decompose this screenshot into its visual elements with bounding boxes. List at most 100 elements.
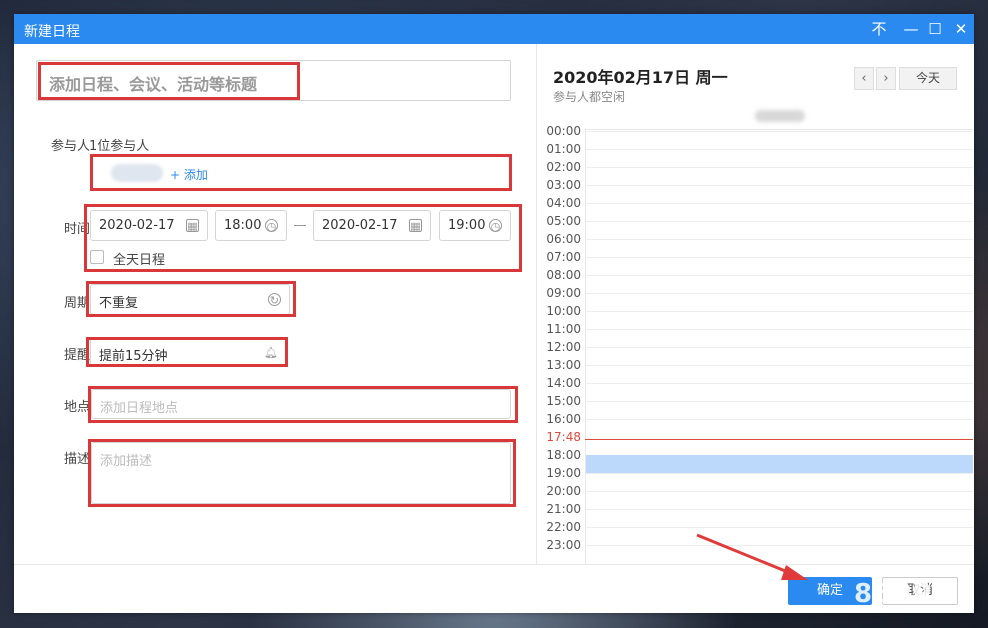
add-participant-button[interactable]: + 添加 [170,166,208,183]
hour-label: 20:00 [546,484,581,498]
hour-row: 02:00 [537,158,975,176]
time-label: 时间 [63,222,90,237]
calendar-panel: 2020年02月17日 周一 参与人都空闲 ‹ › 今天 00:00 01:00 0… [536,44,974,564]
hour-label: 22:00 [546,520,581,534]
hour-row: 06:00 [537,230,975,248]
hour-label: 07:00 [546,250,581,264]
hour-gridline [585,221,973,222]
hour-label: 21:00 [546,502,581,516]
hour-label: 05:00 [546,214,581,228]
repeat-label: 周期 [63,296,90,311]
close-icon[interactable]: ✕ [948,16,974,42]
location-input[interactable]: 添加日程地点 [91,389,511,419]
pin-icon[interactable]: 不 [866,16,892,42]
start-time-field[interactable]: 18:00 ◷ [215,210,287,241]
hour-gridline [585,473,973,474]
hour-label: 17:48 [546,430,581,444]
hour-label: 08:00 [546,268,581,282]
hour-label: 23:00 [546,538,581,552]
hour-label: 06:00 [546,232,581,246]
all-day-label: 全天日程 [113,253,166,268]
hour-row: 01:00 [537,140,975,158]
all-day-checkbox[interactable] [90,250,104,264]
maximize-icon[interactable]: ☐ [922,16,948,42]
end-time-value: 19:00 [448,218,486,233]
hour-row: 03:00 [537,176,975,194]
hour-gridline [585,347,973,348]
hour-row: 04:00 [537,194,975,212]
event-title-input[interactable]: 添加日程、会议、活动等标题 [36,60,511,101]
end-date-field[interactable]: 2020-02-17 ▦ [313,210,431,241]
hour-gridline [585,439,973,440]
bell-icon: 🔔︎ [264,346,278,359]
clock-icon: ◷ [265,219,278,233]
hour-gridline [585,329,973,330]
reminder-value: 提前15分钟 [99,349,168,364]
hour-row: 20:00 [537,482,975,500]
location-placeholder: 添加日程地点 [100,401,179,416]
event-form: 添加日程、会议、活动等标题 参与人 1位参与人 + 添加 时间 2020-02-… [14,44,536,564]
hour-row: 14:00 [537,374,975,392]
hour-gridline [585,167,973,168]
hour-label: 09:00 [546,286,581,300]
hour-row: 22:00 [537,518,975,536]
hour-gridline [585,527,973,528]
hour-gridline [585,149,973,150]
hour-row: 07:00 [537,248,975,266]
hour-label: 16:00 [546,412,581,426]
hour-row: 12:00 [537,338,975,356]
hour-label: 14:00 [546,376,581,390]
next-day-button[interactable]: › [876,67,896,90]
hour-row: 08:00 [537,266,975,284]
repeat-value: 不重复 [99,296,139,311]
reminder-label: 提醒 [63,348,90,363]
end-time-field[interactable]: 19:00 ◷ [439,210,511,241]
hour-label: 04:00 [546,196,581,210]
hour-gridline [585,419,973,420]
calendar-date-title: 2020年02月17日 周一 [553,68,728,87]
hour-row: 13:00 [537,356,975,374]
description-label: 描述 [63,452,90,467]
hour-label: 15:00 [546,394,581,408]
participant-chip[interactable] [111,164,163,182]
dialog-footer: 确定 取消 86PPT [14,564,974,613]
hour-gridline [585,257,973,258]
hour-gridline [585,383,973,384]
hour-gridline [585,203,973,204]
clock-icon: ◷ [489,219,502,233]
description-input[interactable]: 添加描述 [91,442,511,504]
today-button[interactable]: 今天 [899,67,957,90]
repeat-select[interactable]: 不重复 ↻ [90,284,290,315]
hour-gridline [585,275,973,276]
minimize-icon[interactable]: — [898,16,924,42]
hour-gridline [585,239,973,240]
hour-label: 01:00 [546,142,581,156]
hour-label: 12:00 [546,340,581,354]
previous-day-button[interactable]: ‹ [854,67,874,90]
hour-row: 09:00 [537,284,975,302]
hour-gridline [585,365,973,366]
hour-gridline [585,401,973,402]
description-placeholder: 添加描述 [100,454,153,469]
hour-label: 19:00 [546,466,581,480]
start-date-value: 2020-02-17 [99,218,175,233]
hour-gridline [585,311,973,312]
hour-label: 11:00 [546,322,581,336]
hour-label: 00:00 [546,124,581,138]
watermark: 86PPT [854,579,952,609]
hour-row: 05:00 [537,212,975,230]
end-date-value: 2020-02-17 [322,218,398,233]
start-time-value: 18:00 [224,218,262,233]
calendar-icon: ▦ [409,219,422,233]
scheduled-event-block[interactable] [586,455,973,473]
start-date-field[interactable]: 2020-02-17 ▦ [90,210,208,241]
hour-label: 03:00 [546,178,581,192]
title-bar: 新建日程 不 — ☐ ✕ [14,14,974,44]
hour-row: 23:00 [537,536,975,554]
hour-gridline [585,491,973,492]
reminder-select[interactable]: 提前15分钟 🔔︎ [90,337,286,366]
participant-column-name [755,110,805,122]
hour-gridline [585,131,973,132]
participants-label: 参与人 [50,139,90,154]
hour-row: 11:00 [537,320,975,338]
